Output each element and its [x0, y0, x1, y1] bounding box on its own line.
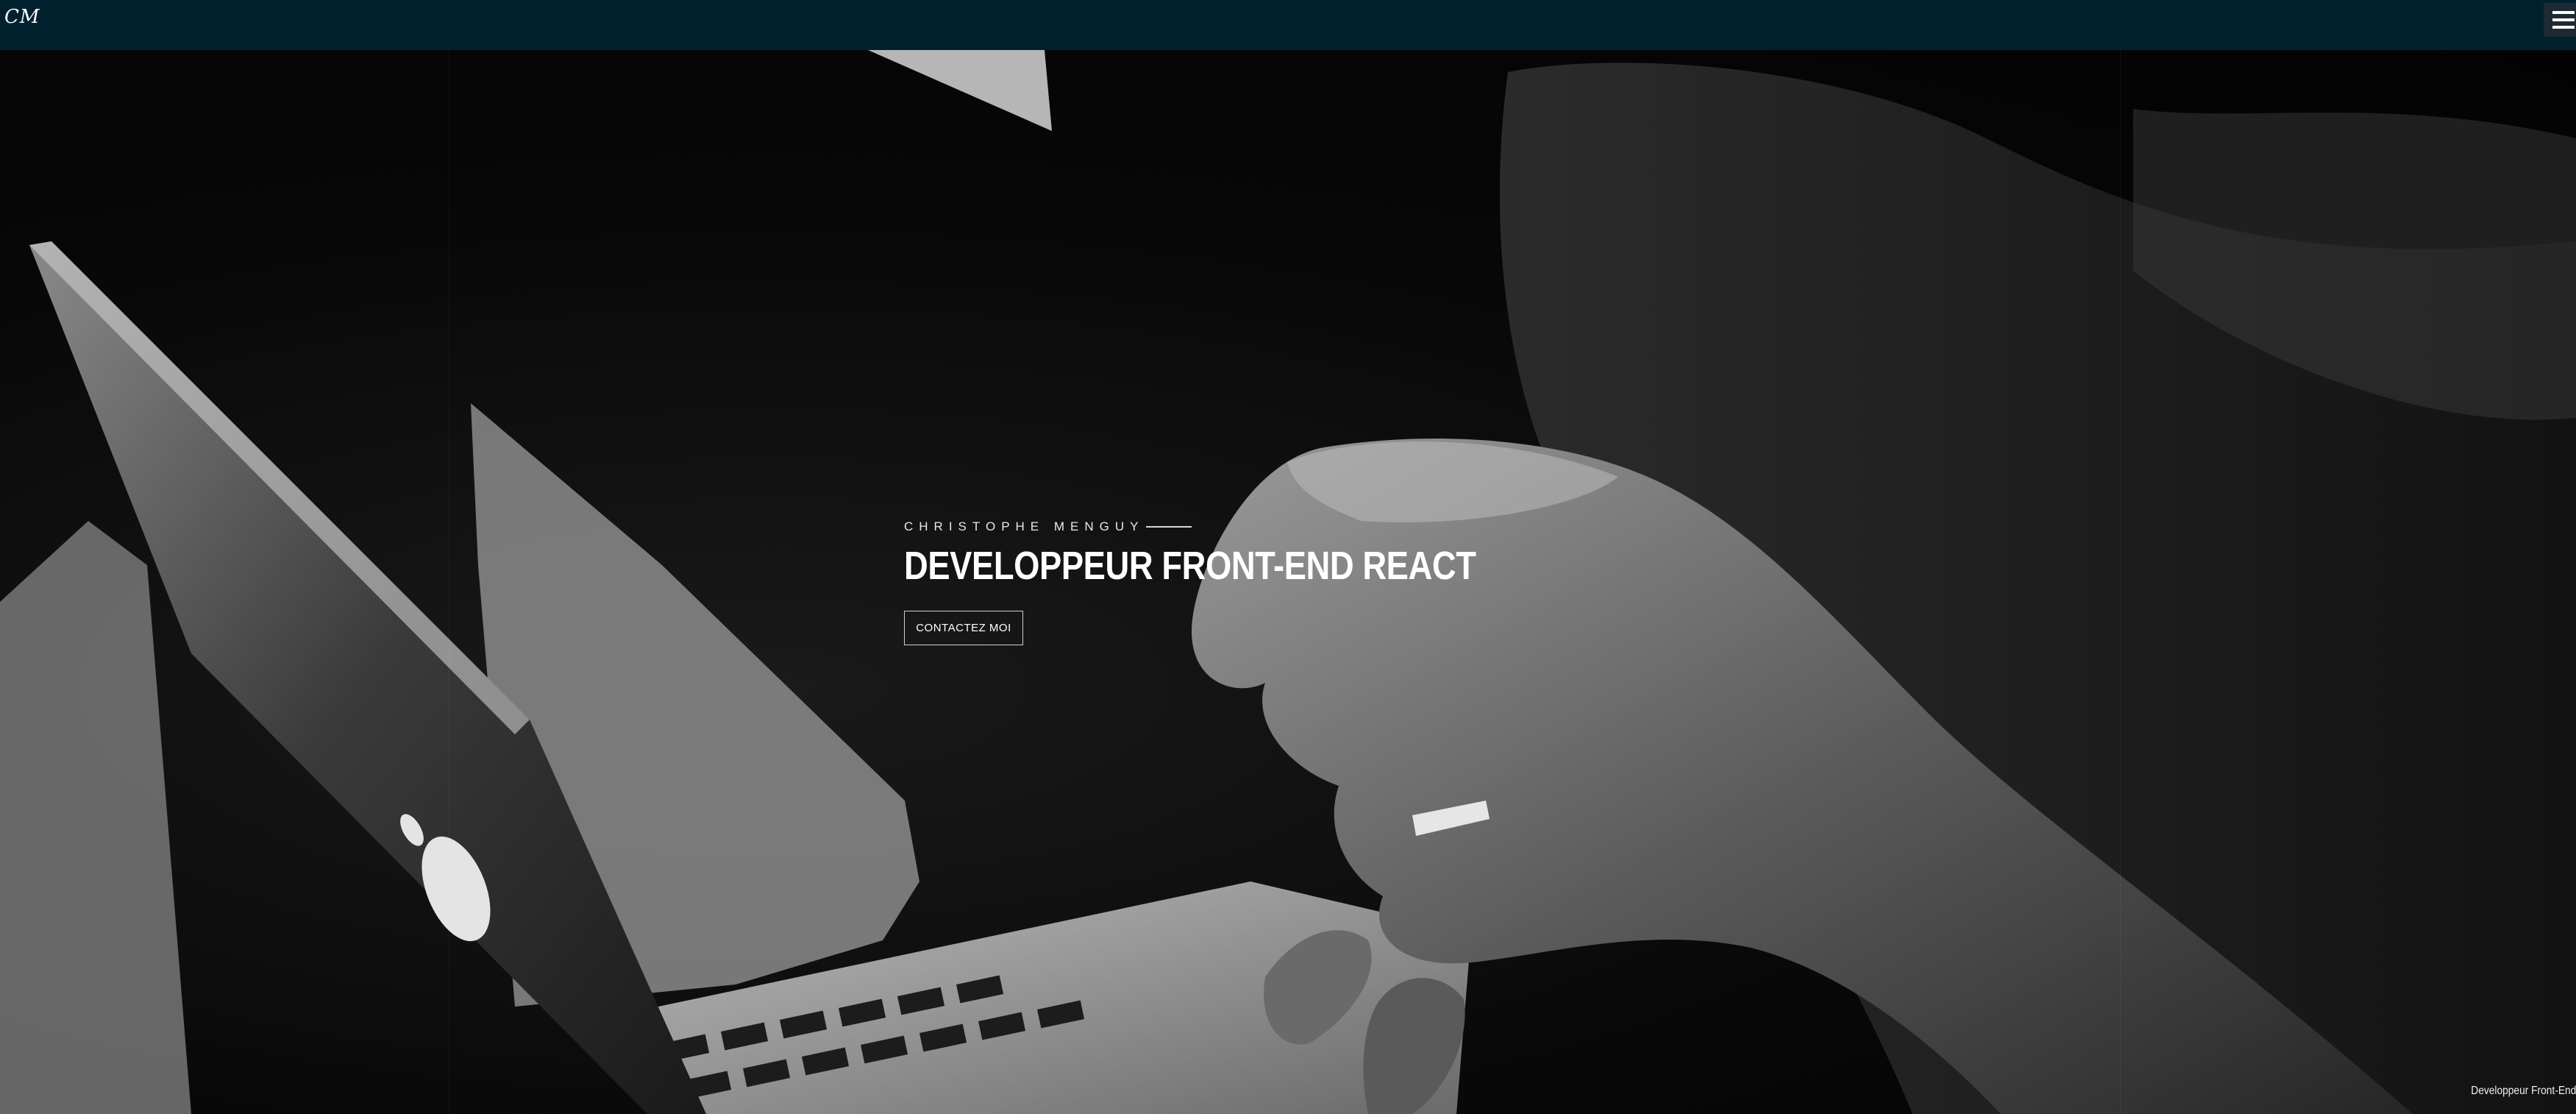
hero-headline: DEVELOPPEUR FRONT-END REACT — [904, 544, 1476, 588]
top-navbar: CM — [0, 0, 2576, 50]
hero-content: CHRISTOPHE MENGUY DEVELOPPEUR FRONT-END … — [904, 519, 1585, 645]
hamburger-menu-icon — [2552, 11, 2575, 14]
guide-line — [2120, 50, 2121, 1114]
footer-tagline: Developpeur Front-End — [2470, 1085, 2576, 1097]
hamburger-menu-icon-bar — [2552, 26, 2575, 29]
eyebrow-divider — [1145, 526, 1192, 528]
logo[interactable]: CM — [4, 6, 40, 28]
author-name: CHRISTOPHE MENGUY — [904, 519, 1145, 533]
hamburger-menu-icon-bar — [2552, 18, 2575, 21]
hamburger-menu-button[interactable] — [2544, 3, 2576, 37]
contact-button[interactable]: CONTACTEZ MOI — [904, 611, 1023, 645]
page: CM CHRISTOPHE MENGUY DEVELOPPEUR FRONT-E… — [0, 0, 2576, 1114]
eyebrow-row: CHRISTOPHE MENGUY — [904, 519, 1585, 534]
